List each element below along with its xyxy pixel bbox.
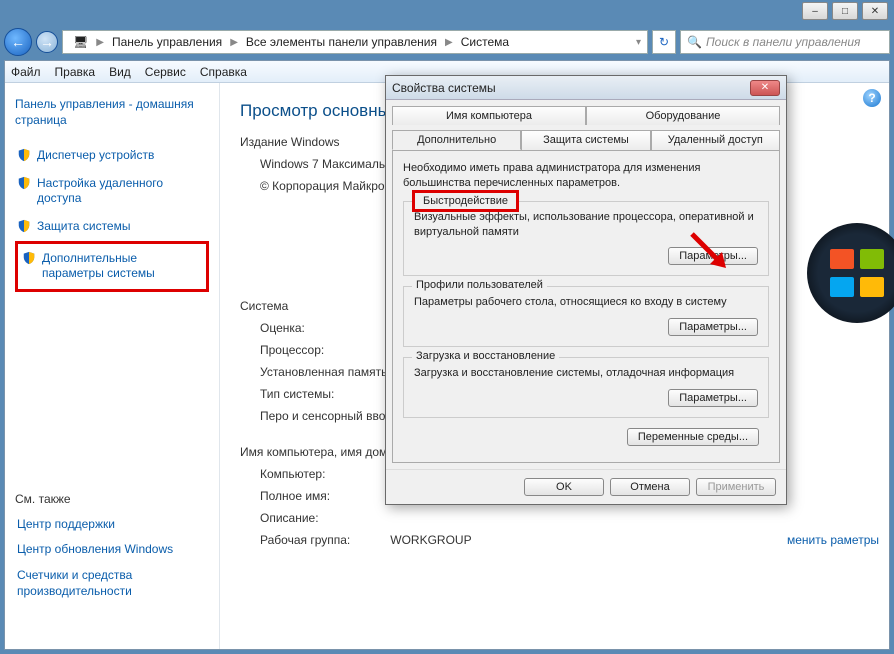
dialog-titlebar[interactable]: Свойства системы ✕ <box>386 76 786 100</box>
navigation-row: ← → 🖥 ▶ Панель управления ▶ Все элементы… <box>4 25 890 59</box>
sidebar-item-label: Дополнительные параметры системы <box>42 251 202 282</box>
sidebar-item-label: Защита системы <box>37 219 130 235</box>
description-label: Описание: <box>260 511 869 525</box>
dialog-tabs-row1: Имя компьютера Оборудование <box>386 100 786 125</box>
group-performance-legend: Быстродействие <box>412 190 519 212</box>
breadcrumb-bar[interactable]: 🖥 ▶ Панель управления ▶ Все элементы пан… <box>62 30 648 54</box>
menu-help[interactable]: Справка <box>200 65 247 79</box>
sidebar-item-label: Настройка удаленного доступа <box>37 176 207 207</box>
refresh-button[interactable]: ↻ <box>652 30 676 54</box>
see-also-perf[interactable]: Счетчики и средства производительности <box>15 563 209 604</box>
startup-settings-button[interactable]: Параметры... <box>668 389 758 407</box>
see-also-update[interactable]: Центр обновления Windows <box>15 537 209 563</box>
dialog-button-row: OK Отмена Применить <box>386 469 786 504</box>
dialog-tabs-row2: Дополнительно Защита системы Удаленный д… <box>386 124 786 150</box>
sidebar-item-remote[interactable]: Настройка удаленного доступа <box>15 170 209 213</box>
window-controls: – □ ✕ <box>802 2 888 20</box>
sidebar-item-protection[interactable]: Защита системы <box>15 213 209 241</box>
sidebar-home-link[interactable]: Панель управления - домашняя страница <box>15 97 209 128</box>
search-input[interactable]: 🔍 Поиск в панели управления <box>680 30 890 54</box>
dialog-intro-text: Необходимо иметь права администратора дл… <box>403 161 769 191</box>
sidebar-item-label: Диспетчер устройств <box>37 148 154 164</box>
group-startup: Загрузка и восстановление Загрузка и вос… <box>403 357 769 418</box>
chevron-right-icon: ▶ <box>228 37 240 48</box>
change-settings-link[interactable]: менить раметры <box>787 533 879 549</box>
menu-file[interactable]: Файл <box>11 65 41 79</box>
workgroup-label: Рабочая группа: <box>260 533 350 547</box>
shield-icon <box>22 251 36 265</box>
tab-remote[interactable]: Удаленный доступ <box>651 130 780 150</box>
group-profiles: Профили пользователей Параметры рабочего… <box>403 286 769 347</box>
see-also-header: См. также <box>15 492 209 506</box>
sidebar-item-advanced[interactable]: Дополнительные параметры системы <box>15 241 209 292</box>
chevron-right-icon: ▶ <box>443 37 455 48</box>
shield-icon <box>17 219 31 233</box>
forward-button[interactable]: → <box>36 31 58 53</box>
apply-button[interactable]: Применить <box>696 478 776 496</box>
breadcrumb-seg-1[interactable]: Панель управления <box>106 31 228 53</box>
tab-advanced[interactable]: Дополнительно <box>392 130 521 150</box>
see-also-support[interactable]: Центр поддержки <box>15 512 209 538</box>
ok-button[interactable]: OK <box>524 478 604 496</box>
breadcrumb-seg-2[interactable]: Все элементы панели управления <box>240 31 443 53</box>
help-button[interactable]: ? <box>863 89 881 107</box>
env-vars-button[interactable]: Переменные среды... <box>627 428 759 446</box>
performance-settings-button[interactable]: Параметры... <box>668 247 758 265</box>
chevron-right-icon: ▶ <box>94 37 106 48</box>
sidebar: Панель управления - домашняя страница Ди… <box>5 83 220 649</box>
tab-protection[interactable]: Защита системы <box>521 130 650 150</box>
group-startup-legend: Загрузка и восстановление <box>412 350 559 362</box>
workgroup-value: WORKGROUP <box>390 533 471 547</box>
system-properties-dialog: Свойства системы ✕ Имя компьютера Оборуд… <box>385 75 787 505</box>
group-profiles-legend: Профили пользователей <box>412 279 547 291</box>
dialog-title: Свойства системы <box>392 81 496 95</box>
profiles-settings-button[interactable]: Параметры... <box>668 318 758 336</box>
close-window-button[interactable]: ✕ <box>862 2 888 20</box>
tab-panel-advanced: Необходимо иметь права администратора дл… <box>392 150 780 463</box>
tab-computer-name[interactable]: Имя компьютера <box>392 106 586 125</box>
search-icon: 🔍 <box>687 35 702 49</box>
dialog-close-button[interactable]: ✕ <box>750 80 780 96</box>
chevron-down-icon[interactable]: ▾ <box>634 37 643 48</box>
shield-icon <box>17 148 31 162</box>
menu-view[interactable]: Вид <box>109 65 131 79</box>
cancel-button[interactable]: Отмена <box>610 478 690 496</box>
maximize-button[interactable]: □ <box>832 2 858 20</box>
group-startup-desc: Загрузка и восстановление системы, отлад… <box>414 366 758 381</box>
search-placeholder: Поиск в панели управления <box>706 35 861 49</box>
shield-icon <box>17 176 31 190</box>
menu-tools[interactable]: Сервис <box>145 65 186 79</box>
tab-hardware[interactable]: Оборудование <box>586 106 780 125</box>
group-performance: Быстродействие Визуальные эффекты, испол… <box>403 201 769 277</box>
back-button[interactable]: ← <box>4 28 32 56</box>
group-profiles-desc: Параметры рабочего стола, относящиеся ко… <box>414 295 758 310</box>
breadcrumb-seg-3[interactable]: Система <box>455 31 515 53</box>
windows-flag-icon <box>830 249 884 297</box>
minimize-button[interactable]: – <box>802 2 828 20</box>
breadcrumb-icon: 🖥 <box>67 31 94 53</box>
group-performance-desc: Визуальные эффекты, использование процес… <box>414 210 758 240</box>
sidebar-item-device-manager[interactable]: Диспетчер устройств <box>15 142 209 170</box>
menu-edit[interactable]: Правка <box>55 65 96 79</box>
workgroup-row: Рабочая группа: WORKGROUP <box>260 533 869 547</box>
